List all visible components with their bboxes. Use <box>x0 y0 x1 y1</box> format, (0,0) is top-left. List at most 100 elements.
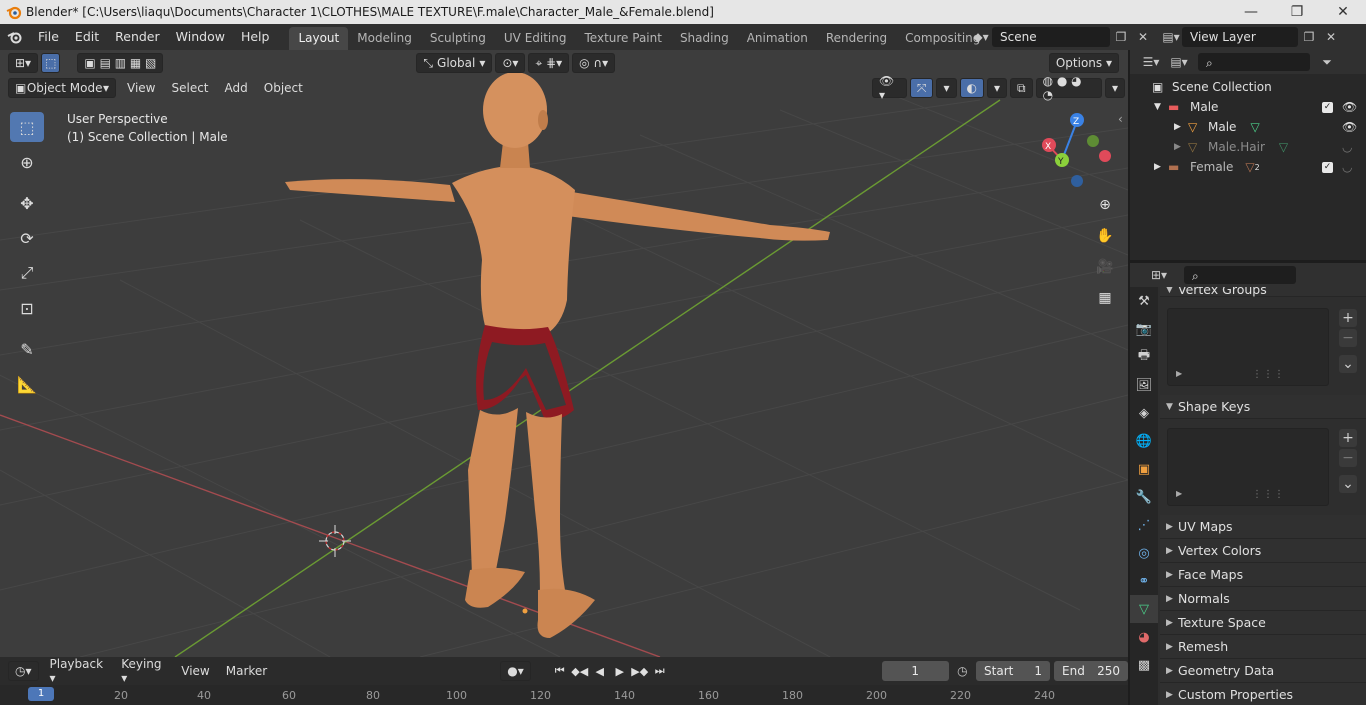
delete-scene-icon[interactable]: ✕ <box>1132 27 1154 47</box>
object-tab-icon[interactable]: ▣ <box>1130 455 1158 483</box>
filter-icon[interactable]: ⏷ <box>1316 52 1338 72</box>
view-layer-tab-icon[interactable]: 🖼 <box>1130 371 1158 399</box>
proportional-edit-icon[interactable]: ◎ ∩▾ <box>572 53 616 73</box>
gizmo-options-icon[interactable]: ▾ <box>936 78 957 98</box>
menu-select[interactable]: Select <box>163 81 216 95</box>
editor-type-icon[interactable]: ⊞▾ <box>8 53 39 73</box>
menu-file[interactable]: File <box>30 26 67 48</box>
remove-vertex-group-button[interactable]: − <box>1339 329 1357 347</box>
eye-closed-icon[interactable]: ◡ <box>1342 160 1352 174</box>
section-vertex-groups[interactable]: ▼ Vertex Groups <box>1160 287 1366 297</box>
properties-editor-icon[interactable]: ⊞▾ <box>1148 265 1170 285</box>
menu-window[interactable]: Window <box>168 26 233 48</box>
blender-menu-icon[interactable] <box>0 30 30 44</box>
vertex-group-menu-icon[interactable]: ⌄ <box>1339 355 1357 373</box>
outliner-row-scene-collection[interactable]: ▣ Scene Collection <box>1130 77 1366 97</box>
modifier-tab-icon[interactable]: 🔧 <box>1130 483 1158 511</box>
world-tab-icon[interactable]: 🌐 <box>1130 427 1158 455</box>
delete-view-layer-icon[interactable]: ✕ <box>1320 27 1342 47</box>
transform-orientation-dropdown[interactable]: ⤡ Global ▾ <box>416 53 493 73</box>
add-shape-key-button[interactable]: + <box>1339 429 1357 447</box>
minimize-button[interactable]: — <box>1228 0 1274 24</box>
menu-object[interactable]: Object <box>256 81 311 95</box>
xray-toggle-icon[interactable]: ⧉ <box>1010 78 1033 98</box>
tab-modeling[interactable]: Modeling <box>348 27 421 50</box>
timeline-editor-icon[interactable]: ◷▾ <box>8 661 39 681</box>
end-frame-field[interactable]: End 250 <box>1054 661 1128 681</box>
selection-mode-icons[interactable]: ▣ ▤ ▥ ▦ ▧ <box>77 53 164 73</box>
select-tool-icon[interactable]: ⬚ <box>41 53 61 73</box>
outliner-row-male-hair[interactable]: ▶ ▽ Male.Hair ▽ ◡ <box>1130 137 1366 157</box>
3d-viewport[interactable]: Z X Y ⊞▾ ⬚ ▣ ▤ ▥ ▦ ▧ ⤡ Global ▾ ⊙▾ ⌖ ⋕▾ ◎ … <box>0 50 1128 657</box>
tab-texture-paint[interactable]: Texture Paint <box>576 27 671 50</box>
shape-key-menu-icon[interactable]: ⌄ <box>1339 475 1357 493</box>
cursor-tool-icon[interactable]: ⊕ <box>10 147 44 177</box>
shading-modes-icon[interactable]: ◍ ● ◕ ◔ <box>1035 74 1102 102</box>
prev-keyframe-icon[interactable]: ◆◀ <box>570 661 590 681</box>
outliner-row-male-mesh[interactable]: ▶ ▽ Male ▽ 👁 <box>1130 117 1366 137</box>
section-face-maps[interactable]: ▶ Face Maps <box>1160 563 1366 587</box>
3d-cursor-icon[interactable] <box>319 525 351 557</box>
expand-arrow-icon[interactable]: ▶ <box>1176 369 1182 378</box>
section-vertex-colors[interactable]: ▶ Vertex Colors <box>1160 539 1366 563</box>
eye-icon[interactable]: 👁 <box>1342 120 1357 134</box>
snap-icon[interactable]: ⌖ ⋕▾ <box>528 53 570 73</box>
texture-tab-icon[interactable]: ▩ <box>1130 651 1158 679</box>
menu-keying[interactable]: Keying ▾ <box>113 657 173 685</box>
mesh-data-icon[interactable]: ▽ <box>1250 120 1259 134</box>
shading-options-icon[interactable]: ▾ <box>1104 78 1125 98</box>
menu-timeline-view[interactable]: View <box>173 664 217 678</box>
options-dropdown[interactable]: Options ▾ <box>1048 53 1119 73</box>
pan-hand-icon[interactable]: ✋ <box>1092 223 1118 249</box>
resize-grip-icon[interactable]: ⋮⋮⋮ <box>1252 489 1285 500</box>
overlays-toggle-icon[interactable]: ◐ <box>959 78 984 98</box>
expand-arrow-icon[interactable]: ▶ <box>1174 122 1188 132</box>
menu-help[interactable]: Help <box>233 26 278 48</box>
current-frame-field[interactable]: 1 <box>881 661 949 681</box>
select-box-tool-icon[interactable]: ⬚ <box>10 112 44 142</box>
exclude-checkbox[interactable]: ✓ <box>1322 101 1333 113</box>
annotate-tool-icon[interactable]: ✎ <box>10 334 44 364</box>
outliner-search-input[interactable]: ⌕ <box>1198 53 1310 71</box>
mesh-data-icon[interactable]: ▽ <box>1279 140 1288 154</box>
section-remesh[interactable]: ▶ Remesh <box>1160 635 1366 659</box>
add-vertex-group-button[interactable]: + <box>1339 309 1357 327</box>
scene-name-field[interactable]: Scene <box>992 26 1110 47</box>
material-tab-icon[interactable]: ◕ <box>1130 623 1158 651</box>
menu-marker[interactable]: Marker <box>218 664 275 678</box>
maximize-button[interactable]: ❐ <box>1274 0 1320 24</box>
vertex-groups-list[interactable]: ⋮⋮⋮ ▶ <box>1167 308 1329 386</box>
pivot-point-icon[interactable]: ⊙▾ <box>495 53 526 73</box>
tab-shading[interactable]: Shading <box>671 27 738 50</box>
next-keyframe-icon[interactable]: ▶◆ <box>630 661 650 681</box>
gizmo-toggle-icon[interactable]: ⤧ <box>909 78 934 98</box>
rotate-tool-icon[interactable]: ⟳ <box>10 223 44 253</box>
move-tool-icon[interactable]: ✥ <box>10 188 44 218</box>
transform-tool-icon[interactable]: ⊡ <box>10 293 44 323</box>
scale-tool-icon[interactable]: ⤢ <box>10 258 44 288</box>
remove-shape-key-button[interactable]: − <box>1339 449 1357 467</box>
view-layer-field[interactable]: View Layer <box>1182 26 1298 47</box>
section-custom-properties[interactable]: ▶ Custom Properties <box>1160 683 1366 705</box>
new-view-layer-icon[interactable]: ❐ <box>1298 27 1320 47</box>
close-button[interactable]: ✕ <box>1320 0 1366 24</box>
expand-arrow-icon[interactable]: ▶ <box>1176 489 1182 498</box>
navigation-gizmo[interactable]: Z X Y <box>1042 113 1111 187</box>
sidebar-toggle-icon[interactable]: ‹ <box>1118 112 1123 126</box>
overlays-options-icon[interactable]: ▾ <box>987 78 1008 98</box>
measure-tool-icon[interactable]: 📐 <box>10 369 44 399</box>
jump-start-icon[interactable]: ⏮ <box>550 661 570 681</box>
tab-uv-editing[interactable]: UV Editing <box>495 27 576 50</box>
physics-tab-icon[interactable]: ◎ <box>1130 539 1158 567</box>
expand-arrow-icon[interactable]: ▶ <box>1154 162 1168 172</box>
section-uv-maps[interactable]: ▶ UV Maps <box>1160 515 1366 539</box>
scene-icon[interactable]: ◆▾ <box>970 27 992 47</box>
outliner-editor-icon[interactable]: ☰▾ <box>1140 52 1162 72</box>
scene-tab-icon[interactable]: ◈ <box>1130 399 1158 427</box>
expand-arrow-icon[interactable]: ▶ <box>1174 142 1188 152</box>
timeline-ruler[interactable]: 1 20 40 60 80 100 120 140 160 180 200 22… <box>0 685 1128 705</box>
tab-animation[interactable]: Animation <box>738 27 817 50</box>
zoom-icon[interactable]: ⊕ <box>1092 192 1118 218</box>
new-scene-icon[interactable]: ❐ <box>1110 27 1132 47</box>
constraints-tab-icon[interactable]: ⚭ <box>1130 567 1158 595</box>
